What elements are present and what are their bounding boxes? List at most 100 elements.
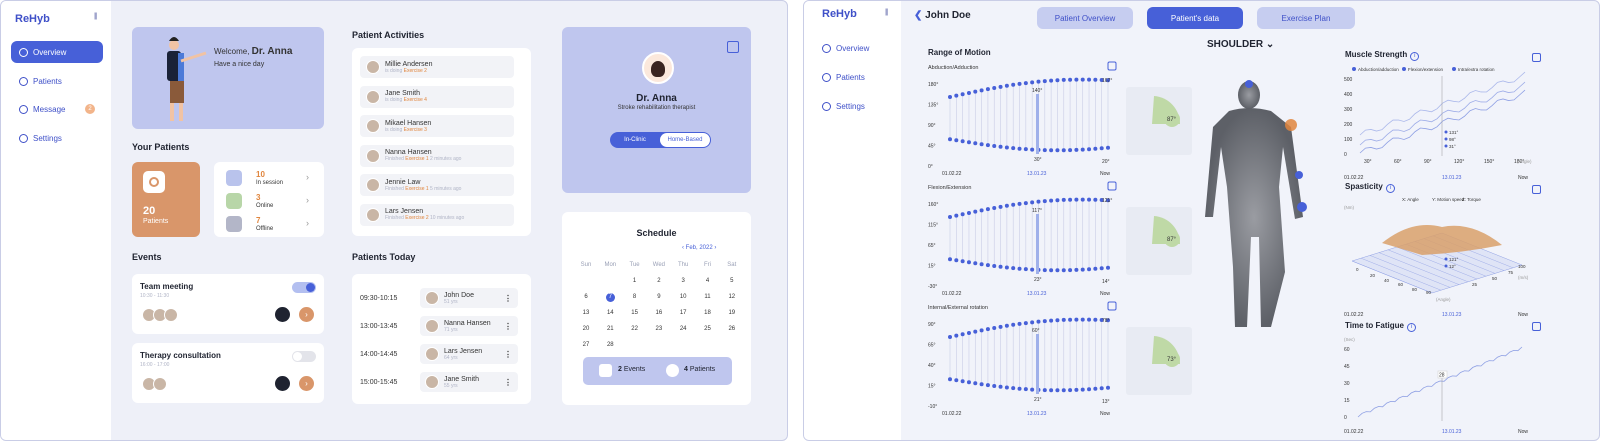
more-icon[interactable]: ⋮ xyxy=(504,350,512,359)
calendar-date[interactable]: 14 xyxy=(602,310,618,316)
activity-item[interactable]: Lars Jensen Finished Exercise 2 10 minute… xyxy=(360,203,514,226)
rom-max-point xyxy=(966,210,971,215)
appointment-row[interactable]: 15:00-15:45 Jane Smith 55 yrs ⋮ xyxy=(360,371,520,393)
rom-max-point xyxy=(1030,80,1035,85)
collapse-icon[interactable]: ||| xyxy=(885,9,889,16)
nav-overview[interactable]: Overview xyxy=(11,41,103,63)
calendar-date[interactable]: 25 xyxy=(700,326,716,332)
calendar-date[interactable]: 27 xyxy=(578,342,594,348)
appointment-row[interactable]: 13:00-13:45 Nanna Hansen 71 yrs ⋮ xyxy=(360,315,520,337)
tab-exercise-plan[interactable]: Exercise Plan xyxy=(1257,7,1355,29)
calendar-date[interactable]: 11 xyxy=(700,294,716,300)
calendar-date[interactable]: 15 xyxy=(627,310,643,316)
calendar-date[interactable]: 6 xyxy=(578,294,594,300)
calendar-date[interactable]: 13 xyxy=(578,310,594,316)
calendar-date[interactable]: 12 xyxy=(724,294,740,300)
edit-icon xyxy=(1107,61,1117,71)
event-card[interactable]: Therapy consultation 16:00 - 17:00 › xyxy=(132,343,324,403)
nav-patients[interactable]: Patients xyxy=(11,70,103,92)
nav-settings[interactable]: Settings xyxy=(11,127,103,149)
event-toggle[interactable] xyxy=(292,282,316,293)
calendar-date[interactable]: 9 xyxy=(651,294,667,300)
edit-icon[interactable] xyxy=(1532,53,1541,62)
more-icon[interactable]: ⋮ xyxy=(504,322,512,331)
body-part-select[interactable]: SHOULDER ⌄ xyxy=(1207,39,1274,50)
nav-overview[interactable]: Overview xyxy=(814,37,894,59)
appointment-row[interactable]: 14:00-14:45 Lars Jensen 64 yrs ⋮ xyxy=(360,343,520,365)
rom-min-point xyxy=(1074,147,1079,152)
info-icon[interactable]: i xyxy=(1410,52,1420,61)
nav-patients[interactable]: Patients xyxy=(814,66,894,88)
calendar-date[interactable]: 18 xyxy=(700,310,716,316)
month-picker[interactable]: ‹ Feb, 2022 › xyxy=(682,245,716,251)
calendar-date[interactable]: 3 xyxy=(675,278,691,284)
y-tick: 0 xyxy=(1344,415,1347,421)
back-icon[interactable]: ❮ xyxy=(914,10,922,21)
tab-patients-data[interactable]: Patient's data xyxy=(1147,7,1243,29)
arrow-right-icon[interactable]: › xyxy=(299,376,314,391)
calendar-date[interactable]: 17 xyxy=(675,310,691,316)
edit-icon[interactable] xyxy=(1532,322,1541,331)
edit-icon[interactable] xyxy=(275,376,290,391)
calendar-date[interactable]: 2 xyxy=(651,278,667,284)
activities-title: Patient Activities xyxy=(352,30,425,40)
calendar-date[interactable]: 28 xyxy=(602,342,618,348)
calendar-date[interactable]: 21 xyxy=(602,326,618,332)
appointment-time: 14:00-14:45 xyxy=(360,350,398,358)
activity-item[interactable]: Jennie Law Finished Exercise 1 5 minutes … xyxy=(360,174,514,196)
calendar-date[interactable]: 5 xyxy=(724,278,740,284)
event-card[interactable]: Team meeting 10:30 - 11:30 › xyxy=(132,274,324,334)
end-label: Now xyxy=(1518,429,1528,435)
appointment-row[interactable]: 09:30-10:15 John Doe 51 yrs ⋮ xyxy=(360,287,520,309)
activity-item[interactable]: Jane Smith is doing Exercise 4 xyxy=(360,85,514,108)
activity-item[interactable]: Millie Andersen is doing Exercise 2 xyxy=(360,56,514,78)
avatar xyxy=(366,178,380,192)
calendar-date[interactable]: 20 xyxy=(578,326,594,332)
calendar-date[interactable]: 23 xyxy=(651,326,667,332)
chevron-right-icon[interactable]: › xyxy=(306,195,309,205)
collapse-icon[interactable]: ||| xyxy=(94,13,98,20)
calendar-date[interactable]: 1 xyxy=(627,278,643,284)
tab-patient-overview[interactable]: Patient Overview xyxy=(1037,7,1133,29)
toggle-in-clinic[interactable]: In-Clinic xyxy=(610,137,660,143)
avatar xyxy=(366,89,380,104)
body-model[interactable] xyxy=(1199,77,1339,337)
toggle-home-based[interactable]: Home-Based xyxy=(660,133,710,147)
rom-max-point xyxy=(979,88,984,93)
calendar-date[interactable]: 16 xyxy=(651,310,667,316)
arrow-right-icon[interactable]: › xyxy=(299,307,314,322)
more-icon[interactable]: ⋮ xyxy=(504,294,512,303)
more-icon[interactable]: ⋮ xyxy=(504,378,512,387)
calendar-date[interactable]: 10 xyxy=(675,294,691,300)
rom-max-point xyxy=(1011,322,1016,327)
edit-icon[interactable] xyxy=(275,307,290,322)
calendar-date[interactable]: 22 xyxy=(627,326,643,332)
event-toggle[interactable] xyxy=(292,351,316,362)
rom-max-point xyxy=(1049,78,1054,83)
calendar-date[interactable]: 19 xyxy=(724,310,740,316)
calendar-date[interactable]: 24 xyxy=(675,326,691,332)
rom-start-label: 01.02.22 xyxy=(942,171,962,177)
info-icon[interactable]: i xyxy=(1406,323,1416,332)
rom-start-label: 01.02.22 xyxy=(942,411,962,417)
calendar-date[interactable]: 26 xyxy=(724,326,740,332)
calendar-date[interactable]: 4 xyxy=(700,278,716,284)
patient-age: 71 yrs xyxy=(444,326,458,333)
chevron-left-icon[interactable]: ‹ xyxy=(682,245,684,251)
chevron-right-icon[interactable]: › xyxy=(306,218,309,228)
logout-icon[interactable] xyxy=(727,41,739,53)
calendar-date[interactable]: 8 xyxy=(627,294,643,300)
activity-item[interactable]: Nanna Hansen Finished Exercise 1 2 minute… xyxy=(360,144,514,167)
chevron-right-icon[interactable]: › xyxy=(714,245,716,251)
nav-message[interactable]: Message 2 xyxy=(11,98,103,120)
rom-min-point xyxy=(1017,386,1022,391)
calendar-date[interactable]: 7 xyxy=(605,293,615,302)
activity-item[interactable]: Mikael Hansen is doing Exercise 3 xyxy=(360,115,514,137)
rom-y-tick: 15° xyxy=(928,384,936,390)
chevron-right-icon[interactable]: › xyxy=(306,172,309,182)
y-tick: 400 xyxy=(1344,92,1353,98)
total-patients-card[interactable]: 20 Patients xyxy=(132,162,200,237)
location-toggle[interactable]: In-Clinic Home-Based xyxy=(610,132,711,148)
info-icon[interactable]: i xyxy=(1385,184,1395,193)
nav-settings[interactable]: Settings xyxy=(814,95,894,117)
